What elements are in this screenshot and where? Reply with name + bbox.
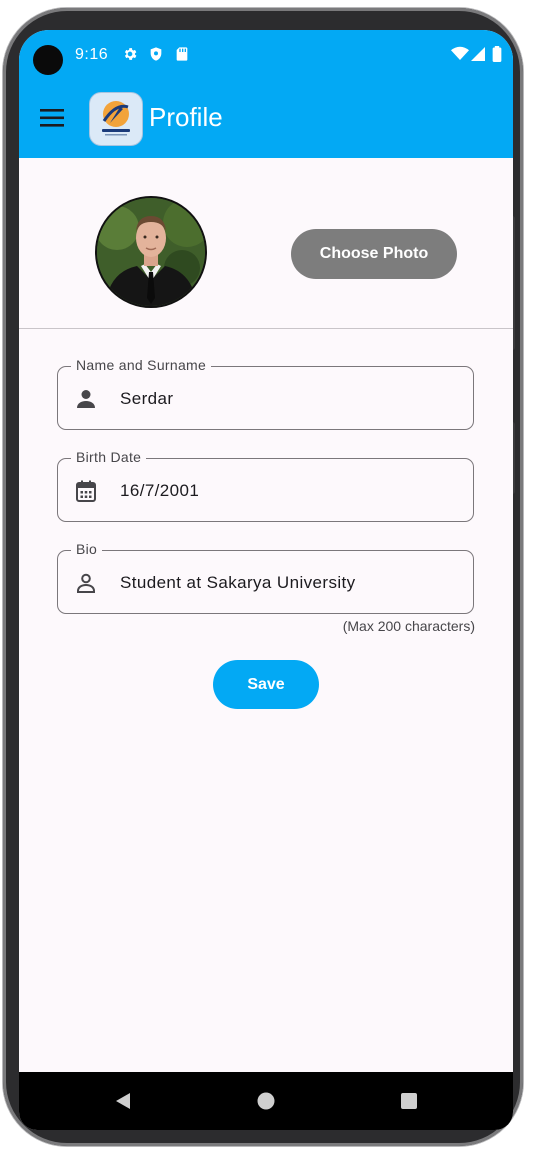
person-icon (77, 390, 95, 408)
signal-icon (471, 47, 485, 61)
sd-card-icon (176, 47, 188, 61)
status-time: 9:16 (75, 46, 109, 63)
travel-guide-logo-icon (102, 101, 130, 136)
hamburger-menu-icon[interactable] (39, 107, 65, 129)
choose-photo-button[interactable]: Choose Photo (291, 229, 457, 279)
wifi-icon (451, 46, 469, 60)
gear-icon (124, 48, 137, 60)
shield-icon (150, 47, 162, 61)
name-surname-label: Name and Surname (71, 357, 212, 373)
recents-button[interactable] (397, 1089, 421, 1113)
birth-date-label: Birth Date (71, 449, 147, 465)
section-divider (19, 328, 513, 329)
bio-field[interactable]: Bio Student at Sakarya University (57, 541, 474, 614)
person-outline-icon (77, 573, 95, 593)
birth-date-field[interactable]: Birth Date 16/7/2001 (57, 449, 474, 522)
name-surname-input[interactable]: Serdar (120, 389, 173, 409)
back-button[interactable] (111, 1089, 135, 1113)
calendar-icon (76, 480, 96, 502)
app-logo (89, 92, 143, 146)
battery-icon (492, 46, 502, 62)
home-button[interactable] (254, 1089, 278, 1113)
home-icon (257, 1092, 275, 1110)
profile-photo (97, 198, 205, 306)
name-surname-field[interactable]: Name and Surname Serdar (57, 357, 474, 430)
page-title: Profile (149, 102, 223, 132)
avatar (95, 196, 207, 308)
status-bar: 9:16 (19, 30, 513, 80)
front-camera (33, 45, 63, 75)
navigation-bar (19, 1072, 513, 1130)
profile-photo-section: Choose Photo (19, 158, 513, 328)
recents-icon (401, 1093, 417, 1109)
bio-label: Bio (71, 541, 103, 557)
birth-date-input[interactable]: 16/7/2001 (120, 481, 199, 501)
screen: 9:16 Profile Choose Photo Name and Surna… (19, 30, 513, 1130)
save-button[interactable]: Save (213, 660, 319, 709)
back-icon (116, 1093, 130, 1109)
phone-frame: 9:16 Profile Choose Photo Name and Surna… (3, 8, 523, 1146)
bio-helper-text: (Max 200 characters) (342, 618, 475, 634)
bio-input[interactable]: Student at Sakarya University (120, 573, 356, 593)
app-bar: Profile (19, 80, 513, 158)
